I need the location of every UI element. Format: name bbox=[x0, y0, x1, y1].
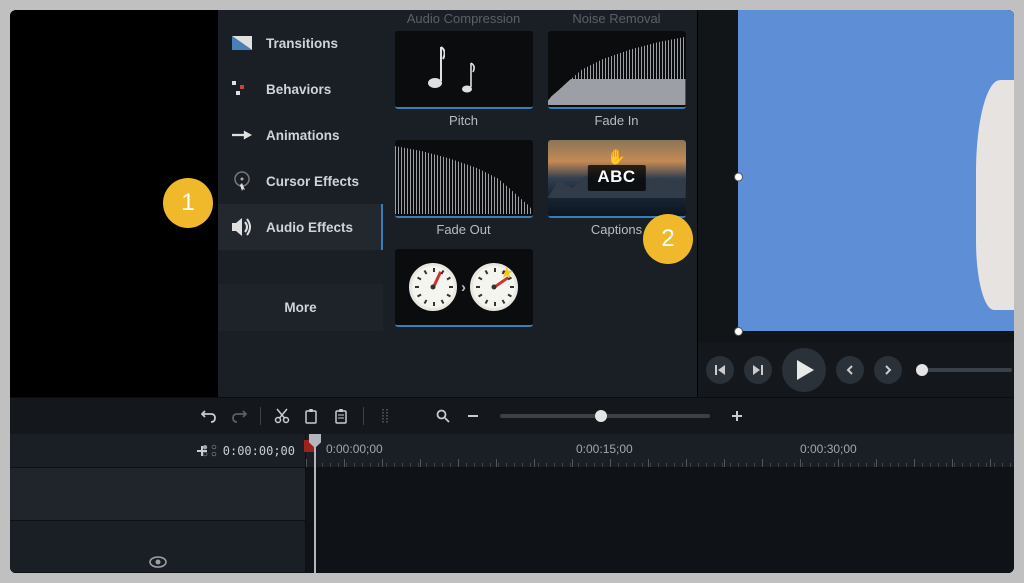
effect-thumbnail bbox=[548, 31, 686, 109]
zoom-slider-head[interactable] bbox=[595, 410, 607, 422]
annotation-callout-2: 2 bbox=[643, 214, 693, 264]
behaviors-icon bbox=[232, 79, 252, 99]
effect-thumbnail: › ★ bbox=[395, 249, 533, 327]
captions-preview-text: ABC bbox=[587, 165, 645, 191]
chevron-right-icon: › bbox=[461, 279, 466, 296]
timeline-ruler-row: ● ○○ ○ 0:00:00;00 0:00:00;00 0:00:15;00 … bbox=[10, 434, 1014, 468]
sidebar-item-behaviors[interactable]: Behaviors bbox=[218, 66, 383, 112]
prev-marker-button[interactable] bbox=[836, 356, 864, 384]
playhead[interactable] bbox=[314, 434, 316, 573]
sidebar: Transitions Behaviors bbox=[218, 10, 383, 397]
scrubber-head[interactable] bbox=[916, 364, 928, 376]
ruler-timecode: 0:00:00;00 bbox=[326, 442, 383, 456]
effect-fade-in[interactable]: Fade In bbox=[546, 31, 687, 132]
sidebar-item-transitions[interactable]: Transitions bbox=[218, 20, 383, 66]
timeline-ruler[interactable]: 0:00:00;00 0:00:15;00 0:00:30;00 bbox=[306, 434, 1014, 467]
track-header[interactable] bbox=[10, 468, 305, 521]
ruler-timecode: 0:00:15;00 bbox=[576, 442, 633, 456]
selection-handle[interactable] bbox=[734, 327, 743, 336]
plus-icon bbox=[731, 410, 743, 422]
sidebar-item-label: Transitions bbox=[266, 36, 338, 51]
split-button[interactable] bbox=[374, 405, 396, 427]
timeline-tracks bbox=[10, 468, 1014, 573]
scissors-icon bbox=[274, 408, 290, 424]
next-frame-button[interactable] bbox=[744, 356, 772, 384]
tracks-header-column bbox=[10, 468, 306, 573]
redo-button[interactable] bbox=[228, 405, 250, 427]
transitions-icon bbox=[232, 33, 252, 53]
step-forward-icon bbox=[752, 364, 764, 376]
effect-label: Pitch bbox=[449, 109, 478, 132]
playback-scrubber[interactable] bbox=[922, 368, 1012, 372]
sidebar-item-audio-effects[interactable]: Audio Effects bbox=[218, 204, 383, 250]
sidebar-item-animations[interactable]: Animations bbox=[218, 112, 383, 158]
app-window: Transitions Behaviors bbox=[10, 10, 1014, 573]
effect-label: Fade In bbox=[594, 109, 638, 132]
cursor-effects-icon bbox=[232, 171, 252, 191]
effect-thumbnail bbox=[395, 140, 533, 218]
preview-content bbox=[976, 80, 1014, 310]
chevron-left-icon bbox=[845, 365, 855, 375]
annotation-callout-1: 1 bbox=[163, 178, 213, 228]
effect-clip-speed[interactable]: › ★ bbox=[393, 249, 534, 335]
timeline-toolbar bbox=[10, 398, 1014, 434]
sidebar-item-label: Animations bbox=[266, 128, 340, 143]
sidebar-more-label: More bbox=[284, 300, 316, 315]
play-button[interactable] bbox=[782, 348, 826, 392]
timeline-panel: ● ○○ ○ 0:00:00;00 0:00:00;00 0:00:15;00 … bbox=[10, 397, 1014, 573]
eye-icon[interactable] bbox=[149, 556, 167, 568]
split-icon bbox=[382, 408, 389, 424]
minus-icon bbox=[467, 410, 479, 422]
effects-panel: Audio Compression Noise Removal bbox=[383, 10, 697, 397]
tracks-body[interactable] bbox=[306, 468, 1014, 573]
paste-button[interactable] bbox=[331, 405, 353, 427]
animations-icon bbox=[232, 125, 252, 145]
magnifier-icon bbox=[436, 409, 450, 423]
preview-panel bbox=[698, 10, 1014, 397]
playback-bar bbox=[698, 343, 1014, 397]
timeline-head: ● ○○ ○ 0:00:00;00 bbox=[10, 434, 306, 467]
zoom-out-button[interactable] bbox=[462, 405, 484, 427]
step-back-icon bbox=[714, 364, 726, 376]
grab-hand-icon: ✋ bbox=[607, 148, 626, 166]
redo-icon bbox=[231, 408, 247, 424]
ruler-timecode: 0:00:30;00 bbox=[800, 442, 857, 456]
effect-pitch[interactable]: Pitch bbox=[393, 31, 534, 132]
effect-label: Audio Compression bbox=[393, 10, 534, 31]
undo-icon bbox=[201, 408, 217, 424]
sidebar-item-label: Behaviors bbox=[266, 82, 331, 97]
effect-label: Fade Out bbox=[436, 218, 490, 241]
sidebar-item-label: Cursor Effects bbox=[266, 174, 359, 189]
zoom-slider[interactable] bbox=[500, 414, 710, 418]
track-handles-icon[interactable]: ● ○○ ○ bbox=[202, 444, 217, 458]
undo-button[interactable] bbox=[198, 405, 220, 427]
selection-handle[interactable] bbox=[734, 172, 743, 181]
effect-fade-out[interactable]: Fade Out bbox=[393, 140, 534, 241]
sidebar-item-cursor-effects[interactable]: Cursor Effects bbox=[218, 158, 383, 204]
prev-frame-button[interactable] bbox=[706, 356, 734, 384]
sidebar-item-label: Audio Effects bbox=[266, 220, 353, 235]
zoom-in-button[interactable] bbox=[726, 405, 748, 427]
effect-thumbnail: ✋ ABC bbox=[548, 140, 686, 218]
effect-label: Noise Removal bbox=[546, 10, 687, 31]
copy-icon bbox=[305, 408, 319, 424]
effect-label: Captions bbox=[591, 218, 642, 241]
zoom-fit-button[interactable] bbox=[432, 405, 454, 427]
top-area: Transitions Behaviors bbox=[10, 10, 1014, 397]
timecode-display: 0:00:00;00 bbox=[223, 444, 295, 458]
preview-canvas[interactable] bbox=[698, 10, 1014, 343]
sidebar-item-more[interactable]: More bbox=[218, 284, 383, 331]
preview-frame bbox=[738, 10, 1014, 331]
paste-icon bbox=[335, 408, 349, 424]
play-icon bbox=[795, 359, 815, 381]
copy-button[interactable] bbox=[301, 405, 323, 427]
cut-button[interactable] bbox=[271, 405, 293, 427]
audio-effects-icon bbox=[232, 217, 252, 237]
chevron-right-icon bbox=[883, 365, 893, 375]
next-marker-button[interactable] bbox=[874, 356, 902, 384]
track-header[interactable] bbox=[10, 521, 305, 574]
effect-thumbnail bbox=[395, 31, 533, 109]
